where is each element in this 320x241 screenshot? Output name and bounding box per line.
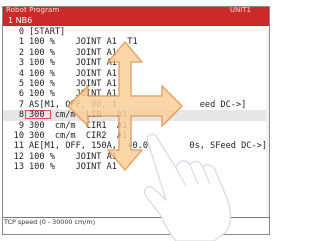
pointing-hand-icon	[143, 133, 232, 241]
gesture-overlay	[67, 41, 232, 241]
